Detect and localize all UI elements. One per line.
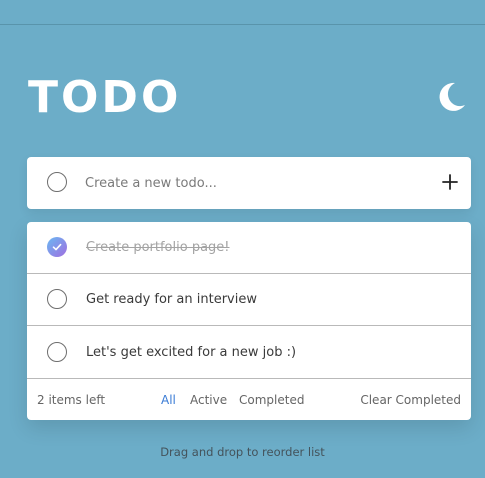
new-todo-input[interactable]	[85, 169, 425, 197]
check-icon	[52, 243, 62, 251]
todo-list: Create portfolio page! Get ready for an …	[27, 222, 471, 420]
top-divider	[0, 24, 485, 25]
moon-icon	[439, 82, 465, 111]
todo-app: TODO Create portfolio page! Get rea	[0, 0, 485, 478]
todo-checkbox-checked[interactable]	[47, 237, 67, 257]
new-todo-checkbox[interactable]	[47, 172, 67, 192]
todo-item[interactable]: Let's get excited for a new job :)	[27, 327, 471, 379]
page-title: TODO	[28, 72, 182, 123]
todo-item-completed[interactable]: Create portfolio page!	[27, 222, 471, 274]
todo-footer: 2 items left All Active Completed Clear …	[27, 380, 471, 420]
new-todo-box	[27, 157, 471, 209]
todo-text: Get ready for an interview	[86, 292, 257, 307]
plus-icon	[442, 174, 458, 190]
add-todo-button[interactable]	[438, 170, 462, 194]
clear-completed-button[interactable]: Clear Completed	[360, 380, 461, 420]
todo-checkbox[interactable]	[47, 342, 67, 362]
filter-all-button[interactable]: All	[161, 380, 176, 420]
todo-text: Let's get excited for a new job :)	[86, 345, 297, 360]
filter-active-button[interactable]: Active	[190, 380, 227, 420]
filter-completed-button[interactable]: Completed	[239, 380, 304, 420]
todo-checkbox[interactable]	[47, 289, 67, 309]
items-left-count: 2 items left	[37, 393, 106, 407]
drag-drop-hint: Drag and drop to reorder list	[160, 445, 325, 459]
todo-text: Create portfolio page!	[86, 240, 230, 255]
todo-item[interactable]: Get ready for an interview	[27, 274, 471, 326]
theme-toggle-button[interactable]	[434, 80, 468, 114]
